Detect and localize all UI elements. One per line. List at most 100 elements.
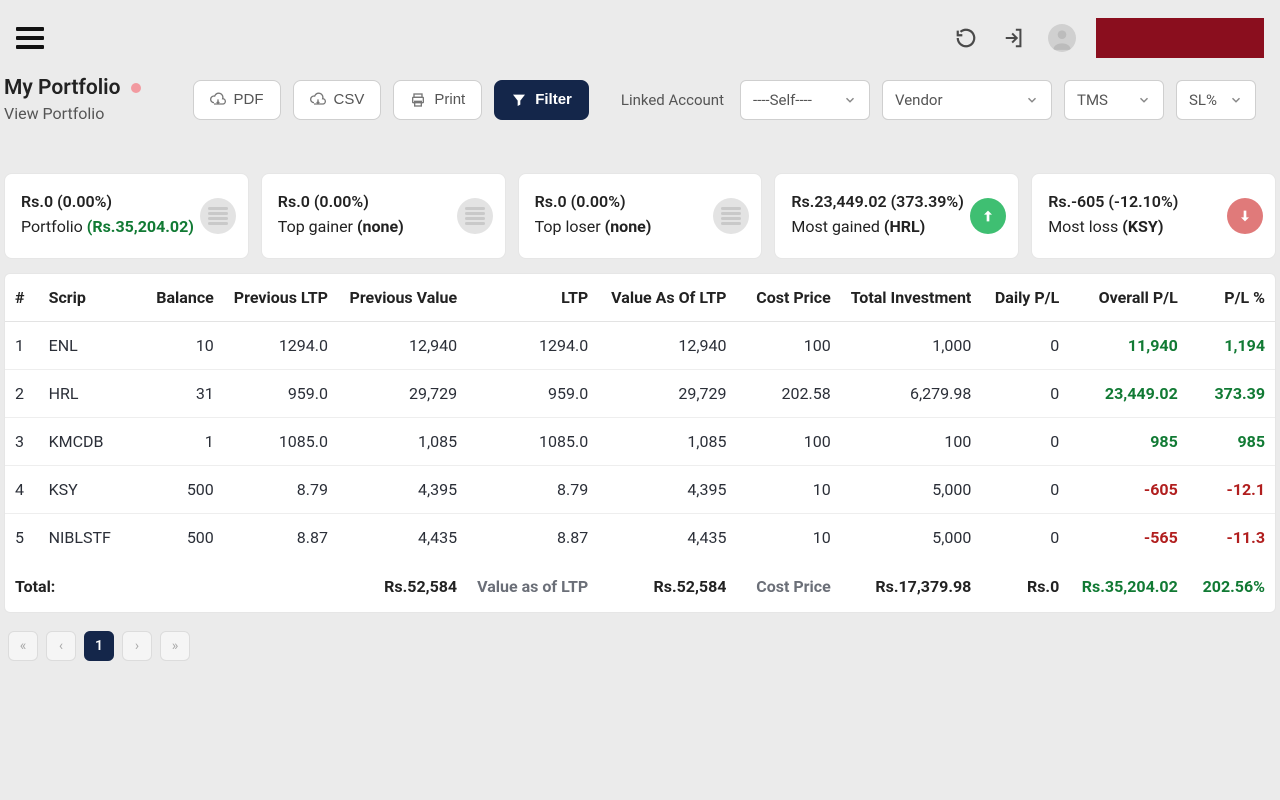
page-last-button[interactable]: » <box>160 631 190 661</box>
cell-value-ltp: 29,729 <box>598 370 736 418</box>
page-current-button[interactable]: 1 <box>84 631 114 661</box>
cell-cost-price: 10 <box>736 514 840 562</box>
card-pct: (0.00%) <box>57 192 112 211</box>
th-ltp[interactable]: LTP <box>467 274 598 322</box>
cell-ltp: 1085.0 <box>467 418 598 466</box>
cell-daily-pl: 0 <box>981 418 1069 466</box>
tms-value: TMS <box>1077 91 1108 109</box>
table-row[interactable]: 5NIBLSTF5008.874,4358.874,435105,0000-56… <box>5 514 1275 562</box>
menu-icon[interactable] <box>16 27 44 49</box>
cell-balance: 500 <box>138 466 223 514</box>
th-prev-ltp[interactable]: Previous LTP <box>224 274 338 322</box>
filter-button[interactable]: Filter <box>494 80 589 120</box>
th-total-inv[interactable]: Total Investment <box>841 274 982 322</box>
card-most-gained: Rs.23,449.02 (373.39%) Most gained (HRL) <box>774 173 1019 259</box>
cell-total-inv: 5,000 <box>841 466 982 514</box>
cell-idx: 5 <box>5 514 39 562</box>
sl-select[interactable]: SL% <box>1176 80 1256 120</box>
cell-prev-ltp: 959.0 <box>224 370 338 418</box>
chevron-down-icon <box>1229 93 1243 107</box>
card-top-loser: Rs.0 (0.00%) Top loser (none) <box>518 173 763 259</box>
card-value: (KSY) <box>1122 217 1163 236</box>
card-label: Most loss <box>1048 217 1118 236</box>
export-pdf-button[interactable]: PDF <box>193 80 281 120</box>
print-button[interactable]: Print <box>393 80 482 120</box>
top-bar <box>0 0 1280 76</box>
card-most-loss: Rs.-605 (-12.10%) Most loss (KSY) <box>1031 173 1276 259</box>
tms-select[interactable]: TMS <box>1064 80 1164 120</box>
card-value: (none) <box>605 217 652 236</box>
linked-account-value: ----Self---- <box>753 91 812 109</box>
cell-pl-pct: 985 <box>1188 418 1275 466</box>
page-first-button[interactable]: « <box>8 631 38 661</box>
cell-overall-pl: 985 <box>1069 418 1188 466</box>
th-pl-pct[interactable]: P/L % <box>1188 274 1275 322</box>
export-csv-button[interactable]: CSV <box>293 80 382 120</box>
cell-daily-pl: 0 <box>981 514 1069 562</box>
cell-prev-value: 4,435 <box>338 514 467 562</box>
card-top-gainer: Rs.0 (0.00%) Top gainer (none) <box>261 173 506 259</box>
cloud-download-icon <box>310 92 326 108</box>
stack-icon <box>200 198 236 234</box>
cell-value-ltp: 1,085 <box>598 418 736 466</box>
th-idx[interactable]: # <box>5 274 39 322</box>
cell-pl-pct: -12.1 <box>1188 466 1275 514</box>
cell-balance: 10 <box>138 322 223 370</box>
arrow-down-icon <box>1227 198 1263 234</box>
vendor-select[interactable]: Vendor <box>882 80 1052 120</box>
print-label: Print <box>434 91 465 108</box>
card-label: Top gainer <box>278 217 353 236</box>
cell-ltp: 8.79 <box>467 466 598 514</box>
cell-prev-ltp: 1294.0 <box>224 322 338 370</box>
vendor-value: Vendor <box>895 91 943 109</box>
th-prev-value[interactable]: Previous Value <box>338 274 467 322</box>
cell-idx: 4 <box>5 466 39 514</box>
cell-total-inv: 100 <box>841 418 982 466</box>
th-balance[interactable]: Balance <box>138 274 223 322</box>
filter-label: Filter <box>535 91 572 108</box>
cell-prev-ltp: 8.79 <box>224 466 338 514</box>
cloud-download-icon <box>210 92 226 108</box>
cell-daily-pl: 0 <box>981 466 1069 514</box>
table-row[interactable]: 1ENL101294.012,9401294.012,9401001,00001… <box>5 322 1275 370</box>
th-scrip[interactable]: Scrip <box>39 274 139 322</box>
cell-total-inv: 5,000 <box>841 514 982 562</box>
sl-value: SL% <box>1189 91 1217 109</box>
cell-pl-pct: 1,194 <box>1188 322 1275 370</box>
card-pct: (0.00%) <box>571 192 626 211</box>
card-amount: Rs.0 <box>535 192 567 211</box>
arrow-up-icon <box>970 198 1006 234</box>
chevron-down-icon <box>1137 93 1151 107</box>
linked-account-select[interactable]: ----Self---- <box>740 80 870 120</box>
footer-value-ltp: Rs.52,584 <box>598 561 736 612</box>
cell-scrip: HRL <box>39 370 139 418</box>
page-next-button[interactable]: › <box>122 631 152 661</box>
avatar-icon[interactable] <box>1048 24 1076 52</box>
th-daily-pl[interactable]: Daily P/L <box>981 274 1069 322</box>
th-cost-price[interactable]: Cost Price <box>736 274 840 322</box>
logout-icon[interactable] <box>1000 24 1028 52</box>
th-value-ltp[interactable]: Value As Of LTP <box>598 274 736 322</box>
refresh-icon[interactable] <box>952 24 980 52</box>
th-overall-pl[interactable]: Overall P/L <box>1069 274 1188 322</box>
cell-ltp: 8.87 <box>467 514 598 562</box>
cell-cost-price: 10 <box>736 466 840 514</box>
cell-prev-value: 12,940 <box>338 322 467 370</box>
table-row[interactable]: 2HRL31959.029,729959.029,729202.586,279.… <box>5 370 1275 418</box>
cell-value-ltp: 4,435 <box>598 514 736 562</box>
table-header-row: # Scrip Balance Previous LTP Previous Va… <box>5 274 1275 322</box>
cell-pl-pct: -11.3 <box>1188 514 1275 562</box>
page-prev-button[interactable]: ‹ <box>46 631 76 661</box>
footer-daily-pl: Rs.0 <box>981 561 1069 612</box>
table-row[interactable]: 3KMCDB11085.01,0851085.01,08510010009859… <box>5 418 1275 466</box>
stack-icon <box>713 198 749 234</box>
footer-cost-price-label: Cost Price <box>736 561 840 612</box>
cell-total-inv: 1,000 <box>841 322 982 370</box>
chevron-down-icon <box>843 93 857 107</box>
live-dot-icon <box>131 83 141 93</box>
page-subtitle: View Portfolio <box>4 104 141 123</box>
table-footer-row: Total: Rs.52,584 Value as of LTP Rs.52,5… <box>5 561 1275 612</box>
table-row[interactable]: 4KSY5008.794,3958.794,395105,0000-605-12… <box>5 466 1275 514</box>
page-title: My Portfolio <box>4 76 121 100</box>
card-label: Portfolio <box>21 217 83 236</box>
